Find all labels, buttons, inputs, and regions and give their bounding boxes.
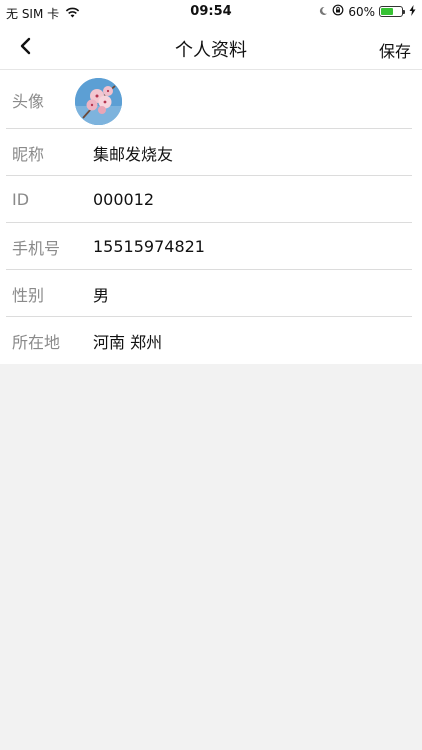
- navigation-bar: 个人资料 保存: [0, 26, 422, 70]
- id-label: ID: [12, 190, 30, 209]
- status-right: 60%: [314, 4, 416, 19]
- profile-form: 头像 昵称 集邮发烧友 ID 000012 手机号 15515974821 性别…: [0, 70, 422, 364]
- moon-icon: [318, 5, 328, 19]
- field-row-location[interactable]: 所在地 河南 郑州: [0, 317, 422, 364]
- field-row-phone[interactable]: 手机号 15515974821: [0, 223, 422, 270]
- charging-bolt-icon: [409, 4, 416, 19]
- phone-label: 手机号: [12, 238, 61, 258]
- id-value: 000012: [93, 190, 155, 209]
- avatar-row[interactable]: 头像: [0, 70, 422, 129]
- nickname-label: 昵称: [12, 144, 45, 164]
- field-row-id: ID 000012: [0, 176, 422, 223]
- avatar[interactable]: [75, 78, 122, 125]
- gender-value[interactable]: 男: [93, 282, 109, 306]
- battery-level-fill: [381, 8, 393, 15]
- gender-label: 性别: [12, 285, 45, 305]
- location-value[interactable]: 河南 郑州: [93, 329, 162, 353]
- avatar-label: 头像: [12, 91, 45, 111]
- orientation-lock-icon: [332, 4, 344, 19]
- battery-percent: 60%: [348, 4, 375, 19]
- field-row-gender[interactable]: 性别 男: [0, 270, 422, 317]
- save-button[interactable]: 保存: [379, 38, 411, 62]
- phone-value[interactable]: 15515974821: [93, 237, 205, 256]
- profile-screen: 无 SIM 卡 09:54 60% 个人资料 保存 头像 昵称 集邮发烧友 ID…: [0, 0, 422, 750]
- battery-cap: [403, 9, 405, 14]
- location-label: 所在地: [12, 332, 61, 352]
- nickname-value[interactable]: 集邮发烧友: [93, 141, 173, 165]
- battery-icon: [379, 6, 403, 17]
- field-row-nickname[interactable]: 昵称 集邮发烧友: [0, 129, 422, 176]
- page-title: 个人资料: [175, 40, 247, 61]
- status-bar: 无 SIM 卡 09:54 60%: [0, 0, 422, 26]
